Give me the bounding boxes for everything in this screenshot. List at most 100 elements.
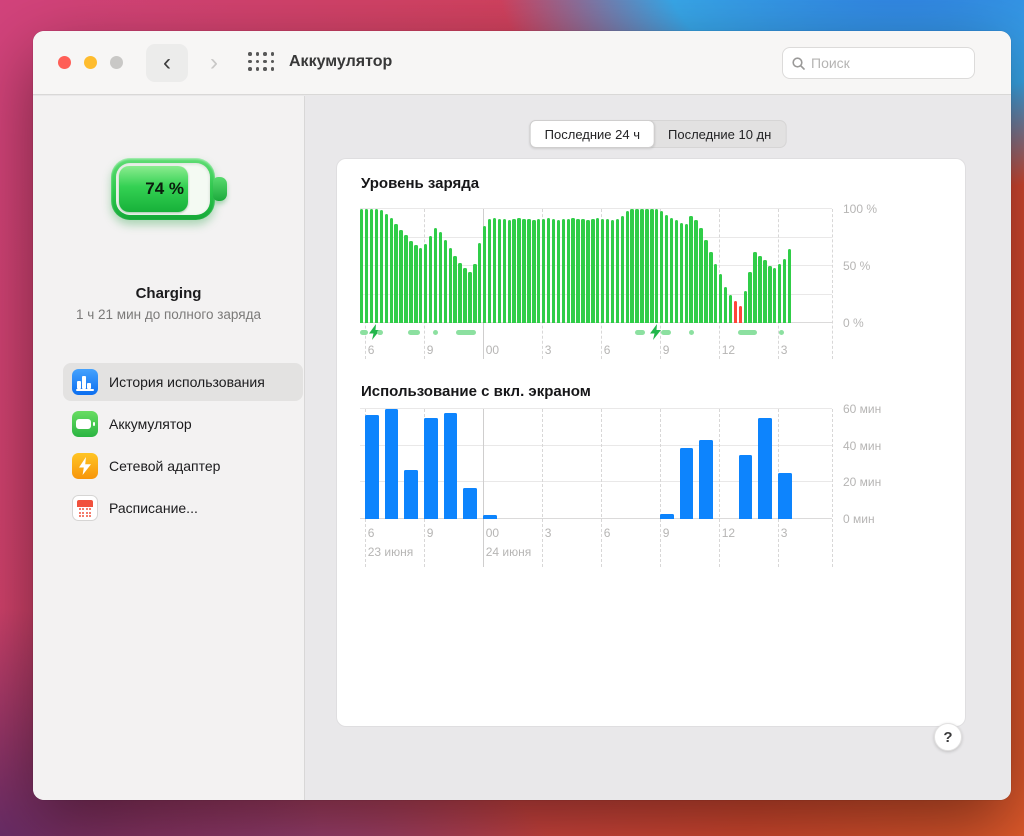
- chart-bar: [374, 209, 379, 323]
- x-axis-label: 12: [721, 526, 736, 540]
- sidebar-item-label: История использования: [109, 374, 265, 390]
- forward-button[interactable]: ›: [193, 44, 235, 82]
- power-adapter-icon: [72, 453, 98, 479]
- zoom-window-button[interactable]: [110, 56, 123, 69]
- x-axis-label: 9: [426, 343, 434, 357]
- tab-last-10d[interactable]: Последние 10 дн: [654, 121, 785, 147]
- chart-bar: [679, 447, 694, 519]
- chart-bar: [728, 294, 733, 323]
- search-icon: [792, 56, 805, 70]
- chart-bar: [650, 209, 654, 323]
- x-axis-label: 00: [485, 343, 500, 357]
- chart-bar: [566, 219, 570, 323]
- chart-bar: [748, 271, 752, 323]
- sidebar-item-schedule[interactable]: Расписание...: [63, 489, 303, 527]
- battery-icon: [72, 411, 98, 437]
- chart-bar: [773, 268, 777, 323]
- chart-bar: [478, 243, 482, 323]
- chart-bar: [758, 418, 773, 519]
- chart-bar: [384, 213, 389, 323]
- chart-bar: [556, 220, 561, 323]
- chart-bar: [492, 218, 497, 323]
- chart-bar: [527, 219, 531, 323]
- x-axis-label: 6: [367, 526, 375, 540]
- battery-level-plot: 100 % 50 % 0 % 6 9 00 3 6 9 12 3: [360, 202, 877, 359]
- chart-bar: [384, 409, 399, 519]
- charging-period-dash: [408, 330, 421, 335]
- battery-cap: [212, 177, 227, 201]
- window-title: Аккумулятор: [289, 53, 393, 70]
- charging-period-dot: [432, 330, 438, 335]
- chart-bar: [561, 219, 566, 323]
- chart-bar: [546, 218, 551, 323]
- x-axis-label: 3: [544, 343, 552, 357]
- search-field[interactable]: [782, 47, 975, 79]
- charts-panel: Уровень заряда 100 % 50 % 0 % 6 9 00 3 6 9 12 3 Ис…: [337, 159, 965, 726]
- chart-bar: [360, 209, 364, 323]
- charging-period-dot: [779, 330, 785, 335]
- tab-last-24h[interactable]: Последние 24 ч: [529, 120, 656, 148]
- minimize-window-button[interactable]: [84, 56, 97, 69]
- x-axis-label: 9: [662, 526, 670, 540]
- battery-percent-label: 74 %: [145, 179, 185, 198]
- chart-bar: [458, 262, 462, 323]
- x-axis-label: 3: [544, 526, 552, 540]
- sidebar-item-label: Аккумулятор: [109, 416, 192, 432]
- battery-body: 74 %: [110, 158, 215, 220]
- back-button[interactable]: ‹: [146, 44, 188, 82]
- chart-bar: [497, 219, 502, 323]
- chart-bar: [674, 220, 679, 323]
- sidebar-item-power-adapter[interactable]: Сетевой адаптер: [63, 447, 303, 485]
- chart-bar: [468, 271, 472, 323]
- chart-bar: [709, 252, 713, 323]
- close-window-button[interactable]: [58, 56, 71, 69]
- chart-bar: [369, 209, 374, 323]
- y-gridline: [360, 208, 832, 209]
- chart-bar: [502, 219, 507, 323]
- sidebar-item-usage-history[interactable]: История использования: [63, 363, 303, 401]
- chart-bar: [404, 235, 408, 323]
- date-label: 23 июня: [367, 545, 414, 559]
- titlebar: ‹ › Аккумулятор: [33, 31, 1011, 95]
- chart-bar: [423, 244, 428, 323]
- battery-fill: 74 %: [118, 166, 189, 212]
- chart-bar: [664, 214, 669, 323]
- help-button[interactable]: ?: [934, 723, 962, 751]
- charging-period-dash: [660, 330, 672, 335]
- chart-bar: [640, 209, 644, 323]
- x-axis-label: 6: [603, 343, 611, 357]
- main-content: Последние 24 ч Последние 10 дн Уровень з…: [305, 96, 1011, 800]
- x-axis-label: 6: [603, 526, 611, 540]
- chart-bar: [669, 218, 674, 323]
- x-axis-label: 9: [662, 343, 670, 357]
- chart-bar: [463, 268, 467, 323]
- sidebar-item-battery[interactable]: Аккумулятор: [63, 405, 303, 443]
- time-range-tabs: Последние 24 ч Последние 10 дн: [529, 120, 787, 148]
- screen-on-usage-plot: 60 мин 40 мин 20 мин 0 мин 6 9 00 3 6 9 12 3 23 июня…: [360, 402, 881, 567]
- chart-bar: [699, 440, 714, 519]
- chart-bar: [591, 219, 595, 323]
- show-all-preferences-icon[interactable]: [248, 52, 275, 73]
- chart-bar: [694, 220, 698, 323]
- battery-level-graphic: 74 %: [110, 158, 227, 220]
- search-input[interactable]: [811, 55, 961, 71]
- y-axis-label: 100 %: [843, 202, 878, 216]
- chart-bar: [630, 209, 634, 323]
- chart-bar: [404, 469, 419, 519]
- x-axis-label: 00: [485, 526, 500, 540]
- chart-bar: [596, 218, 600, 323]
- chart-bar: [605, 219, 610, 323]
- x-gridline: [718, 409, 720, 567]
- chart-bar: [433, 228, 438, 323]
- sidebar-item-label: Сетевой адаптер: [109, 458, 221, 474]
- chart-bar: [453, 255, 457, 323]
- chart-bar: [782, 259, 787, 323]
- chart-bar: [409, 240, 413, 323]
- chart-bar: [379, 210, 384, 323]
- chart-bar: [600, 219, 605, 323]
- battery-time-remaining-text: 1 ч 21 мин до полного заряда: [76, 307, 261, 322]
- chart-bar: [576, 219, 580, 323]
- chart-bar: [763, 260, 767, 323]
- chart-bar: [541, 219, 546, 323]
- chart-bar: [679, 222, 684, 323]
